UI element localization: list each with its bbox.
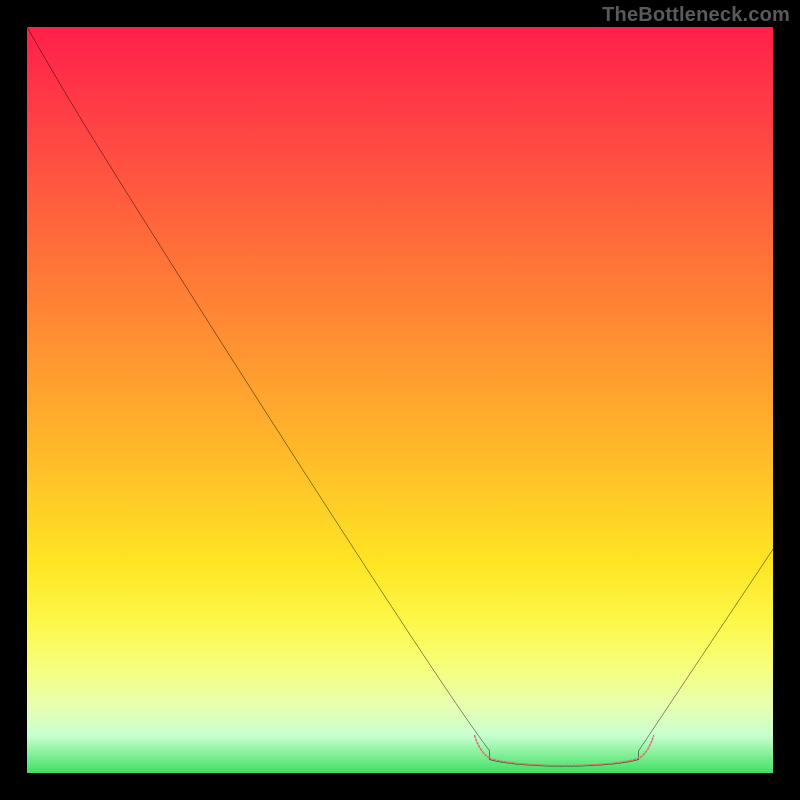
optimal-range-marker [475,736,654,766]
chart-frame: TheBottleneck.com [0,0,800,800]
bottleneck-curve-svg [27,27,773,773]
bottleneck-curve-main [27,27,773,766]
watermark-text: TheBottleneck.com [602,4,790,27]
